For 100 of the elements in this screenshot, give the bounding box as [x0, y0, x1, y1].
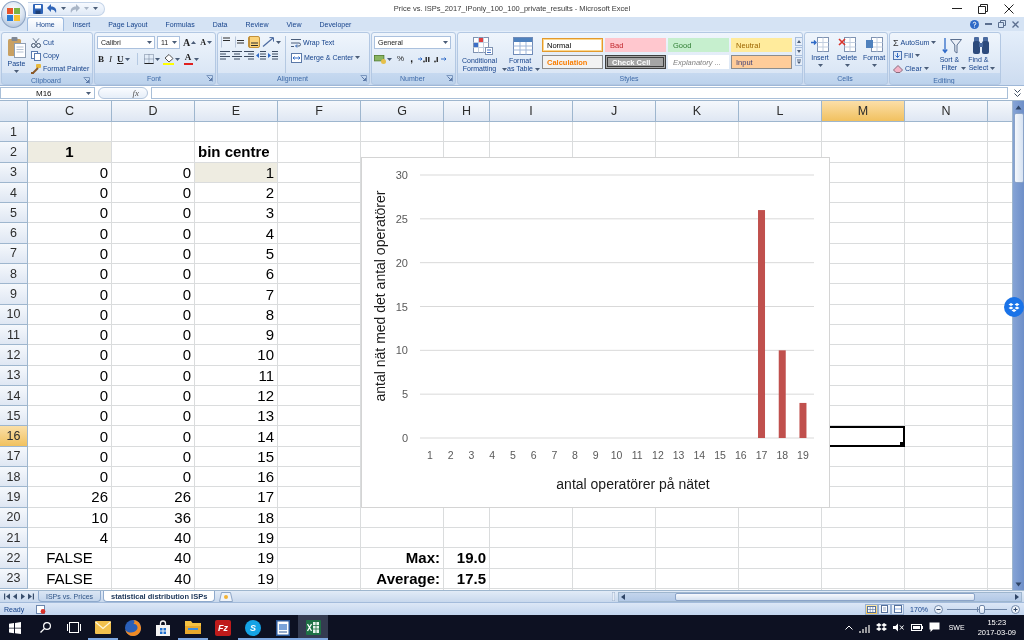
sheet-cell[interactable]: 0 — [112, 324, 195, 346]
bold-button[interactable]: B — [97, 53, 105, 65]
sheet-cell[interactable]: 19 — [195, 527, 278, 549]
column-header[interactable]: G — [361, 101, 444, 122]
increase-indent-icon[interactable] — [268, 51, 278, 60]
sheet-cell[interactable]: bin centre — [195, 142, 278, 163]
font-color-button[interactable]: A — [182, 53, 200, 65]
row-header[interactable]: 14 — [0, 385, 28, 407]
sheet-cell[interactable]: 19.0 — [444, 548, 490, 569]
sheet-cell[interactable]: 0 — [112, 426, 195, 447]
battery-icon[interactable] — [910, 624, 923, 631]
column-header[interactable]: I — [490, 101, 573, 122]
name-box[interactable]: M16 — [0, 87, 95, 99]
sheet-cell[interactable]: FALSE — [28, 548, 112, 569]
taskbar-button[interactable]: Fz — [208, 615, 238, 640]
row-header[interactable]: 7 — [0, 243, 28, 265]
search-icon[interactable] — [39, 622, 51, 633]
sheet-cell[interactable]: 0 — [28, 304, 112, 325]
underline-button[interactable]: U — [116, 53, 131, 65]
row-header[interactable]: 9 — [0, 284, 28, 305]
row-header[interactable]: 5 — [0, 203, 28, 224]
row-header[interactable]: 11 — [0, 324, 28, 346]
sheet-cell[interactable]: 0 — [112, 182, 195, 204]
sheet-cell[interactable]: 26 — [28, 487, 112, 508]
close-icon[interactable] — [1004, 3, 1014, 14]
sheet-cell[interactable]: 17 — [195, 487, 278, 508]
italic-button[interactable]: I — [108, 53, 113, 65]
arrow-down-icon[interactable] — [795, 47, 802, 56]
sheet-cell[interactable]: 10 — [195, 345, 278, 366]
arrow-down-icon[interactable] — [1015, 582, 1022, 587]
column-header[interactable]: E — [195, 101, 278, 122]
row-header[interactable]: 23 — [0, 568, 28, 589]
view-button[interactable] — [891, 603, 905, 615]
message-icon[interactable] — [928, 622, 940, 633]
corner-arrow-icon[interactable] — [360, 75, 367, 82]
row-header[interactable]: 13 — [0, 365, 28, 386]
align-left-icon[interactable] — [220, 51, 230, 60]
column-header[interactable]: M — [822, 101, 905, 122]
percent-button[interactable]: % — [396, 53, 406, 65]
sheet-cell[interactable]: 0 — [112, 223, 195, 244]
skip-forward-icon[interactable] — [28, 593, 35, 600]
scrollbar-thumb[interactable] — [675, 592, 975, 601]
chevron-up-icon[interactable] — [844, 625, 853, 630]
sheet-cell[interactable]: 0 — [112, 446, 195, 468]
decrease-indent-icon[interactable] — [256, 51, 266, 60]
arrow-up-icon[interactable] — [795, 37, 802, 46]
sheet-cell[interactable]: FALSE — [28, 568, 112, 589]
sheet-cell[interactable]: 40 — [112, 568, 195, 589]
fill-handle-icon[interactable] — [900, 441, 904, 446]
sheet-cell[interactable]: 0 — [112, 385, 195, 407]
skip-back-icon[interactable] — [3, 593, 10, 600]
slider-thumb[interactable] — [978, 604, 985, 614]
sheet-cell[interactable]: 19 — [195, 548, 278, 569]
row-header[interactable]: 15 — [0, 406, 28, 427]
sheet-cell[interactable]: 10 — [28, 507, 112, 528]
sheet-cell[interactable]: 1 — [28, 142, 112, 163]
help-icon[interactable] — [970, 19, 979, 29]
row-header[interactable]: 12 — [0, 345, 28, 366]
sheet-cell[interactable]: 1 — [195, 162, 278, 183]
zoom-in-icon[interactable] — [1011, 604, 1020, 614]
save-icon[interactable] — [33, 3, 43, 14]
corner-arrow-icon[interactable] — [206, 75, 213, 82]
zoom-out-icon[interactable] — [934, 604, 943, 614]
sheet-cell[interactable]: 0 — [112, 467, 195, 488]
align-right-icon[interactable] — [244, 51, 254, 60]
align-center-icon[interactable] — [232, 51, 242, 60]
align-bottom-icon[interactable] — [248, 36, 260, 48]
row-header[interactable]: 16 — [0, 426, 28, 447]
window-stack-icon[interactable] — [67, 622, 81, 633]
sheet-cell[interactable]: Average: — [361, 568, 444, 589]
triangle-right-icon[interactable] — [20, 593, 25, 600]
scrollbar-thumb[interactable] — [1013, 113, 1024, 183]
sheet-cell[interactable]: 5 — [195, 243, 278, 265]
align-middle-icon[interactable] — [234, 36, 246, 48]
sheet-cell[interactable]: 0 — [28, 264, 112, 285]
signal-bars-icon[interactable] — [858, 622, 870, 633]
row-header[interactable]: 10 — [0, 304, 28, 325]
double-chevron-icon[interactable] — [1014, 89, 1021, 97]
sheet-cell[interactable]: 4 — [28, 527, 112, 549]
sheet-cell[interactable]: 6 — [195, 264, 278, 285]
column-header[interactable]: H — [444, 101, 490, 122]
caret-icon[interactable] — [61, 7, 66, 10]
sheet-cell[interactable]: 40 — [112, 548, 195, 569]
arrow-bars-icon[interactable] — [417, 55, 430, 63]
sheet-cell[interactable]: 36 — [112, 507, 195, 528]
taskbar-button[interactable] — [298, 615, 328, 640]
diamonds-icon[interactable] — [875, 623, 887, 632]
arrow-up-icon[interactable] — [1015, 105, 1022, 110]
align-top-icon[interactable] — [220, 36, 232, 48]
sheet-cell[interactable]: 0 — [112, 345, 195, 366]
sheet-cell[interactable]: 0 — [28, 243, 112, 265]
column-header[interactable]: F — [278, 101, 361, 122]
sheet-cell[interactable]: 40 — [112, 527, 195, 549]
sheet-cell[interactable]: 4 — [195, 223, 278, 244]
column-header[interactable]: L — [739, 101, 822, 122]
row-header[interactable]: 21 — [0, 527, 28, 549]
sheet-cell[interactable]: 7 — [195, 284, 278, 305]
sheet-cell[interactable]: 0 — [28, 426, 112, 447]
sheet-cell[interactable]: 0 — [28, 446, 112, 468]
sheet-cell[interactable]: 0 — [28, 324, 112, 346]
